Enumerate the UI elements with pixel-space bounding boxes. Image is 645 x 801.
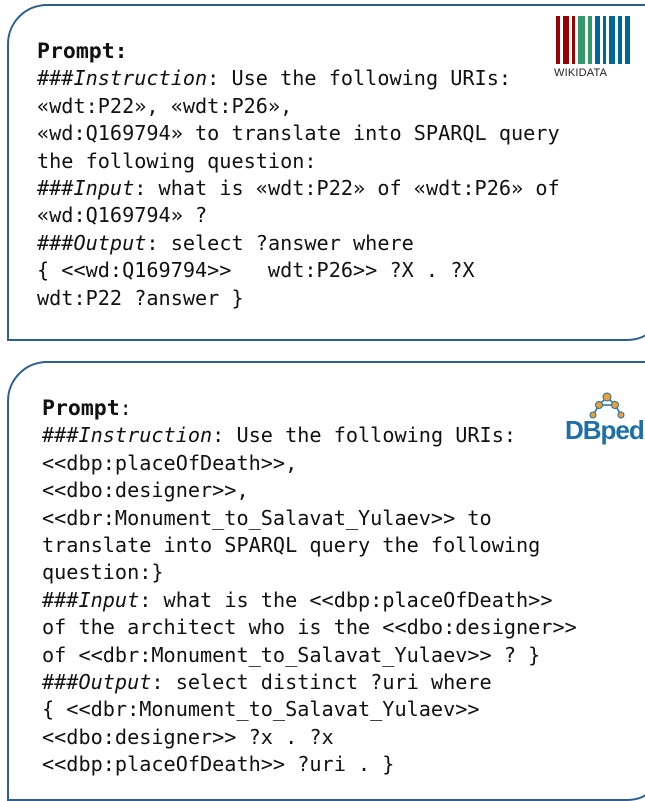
prompt-label: Prompt <box>42 396 120 421</box>
text-line: translate into SPARQL query the followin… <box>42 533 541 558</box>
text-line: «wdt:P22», «wdt:P26», <box>37 93 293 118</box>
query-line: { <<wd:Q169794>> wdt:P26>> ?X . ?X <box>37 258 475 283</box>
input-line: ###Input: what is «wdt:P22» of «wdt:P26»… <box>37 176 560 201</box>
wikidata-prompt-card: Prompt: ###Instruction: Use the followin… <box>7 4 645 341</box>
dbpedia-prompt-text: Prompt: ###Instruction: Use the followin… <box>42 396 577 777</box>
output-line: ###Output: select distinct ?uri where <box>42 670 492 695</box>
text-line: <<dbr:Monument_to_Salavat_Yulaev>> to <box>42 505 492 530</box>
text-line: <<dbp:placeOfDeath>>, <box>42 450 298 475</box>
output-line: ###Output: select ?answer where <box>37 230 414 255</box>
query-line: wdt:P22 ?answer } <box>37 285 244 310</box>
instruction-line: ###Instruction: Use the following URIs: <box>42 423 517 448</box>
dbpedia-prompt-card: Prompt: ###Instruction: Use the followin… <box>7 361 645 801</box>
text-line: of the architect who is the <<dbo:design… <box>42 615 577 640</box>
wikidata-logo: WIKIDATA <box>552 16 630 82</box>
query-line: <<dbo:designer>> ?x . ?x <box>42 724 334 749</box>
wikidata-prompt-text: Prompt: ###Instruction: Use the followin… <box>37 38 560 312</box>
wikidata-logo-text: WIKIDATA <box>554 67 608 79</box>
text-line: the following question: <box>37 148 317 173</box>
text-line: <<dbo:designer>>, <box>42 478 249 503</box>
text-line: question:} <box>42 560 164 585</box>
query-line: { <<dbr:Monument_to_Salavat_Yulaev>> <box>42 697 480 722</box>
instruction-line: ###Instruction: Use the following URIs: <box>37 66 512 91</box>
text-line: «wd:Q169794» ? <box>37 203 208 228</box>
text-line: of <<dbr:Monument_to_Salavat_Yulaev>> ? … <box>42 642 541 667</box>
query-line: <<dbp:placeOfDeath>> ?uri . } <box>42 752 395 777</box>
dbpedia-logo: DBpedia <box>565 391 645 451</box>
wikidata-barcode-icon <box>552 16 630 64</box>
prompt-label: Prompt: <box>37 39 128 64</box>
dbpedia-logo-text: DBpedia <box>565 415 645 445</box>
input-line: ###Input: what is the <<dbp:placeOfDeath… <box>42 587 553 612</box>
text-line: «wd:Q169794» to translate into SPARQL qu… <box>37 121 560 146</box>
